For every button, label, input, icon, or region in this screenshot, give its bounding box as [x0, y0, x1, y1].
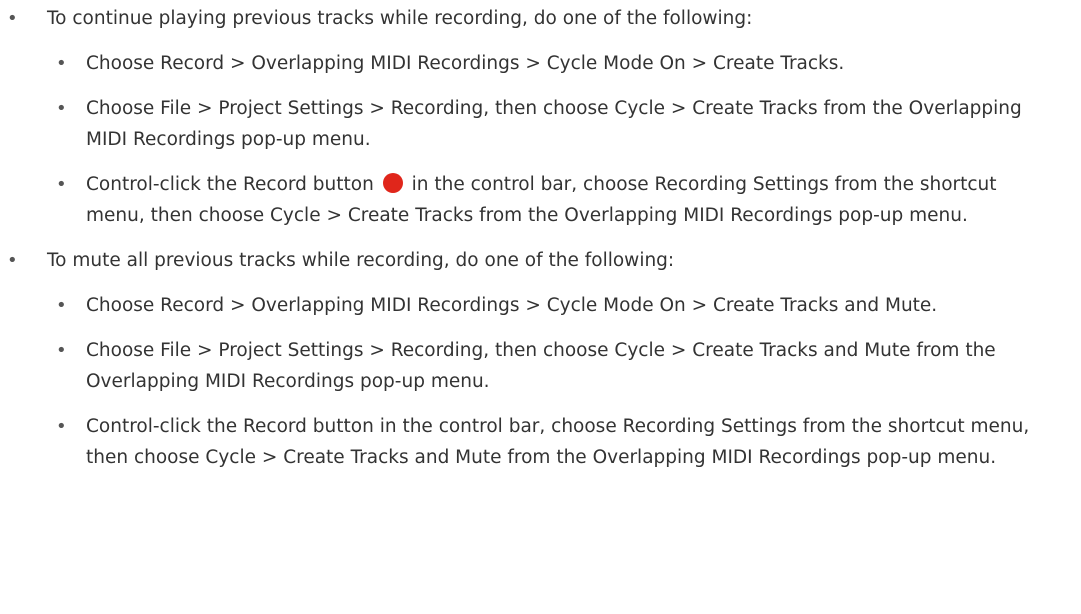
- sub-list-item-text: Choose Record > Overlapping MIDI Recordi…: [86, 295, 938, 316]
- bullet: •: [56, 340, 67, 361]
- list-item-text: To mute all previous tracks while record…: [47, 250, 675, 271]
- instruction-list: • To continue playing previous tracks wh…: [0, 3, 1081, 473]
- list-item-continue-playing: • To continue playing previous tracks wh…: [0, 3, 1081, 231]
- bullet: •: [7, 8, 18, 29]
- document-body: • To continue playing previous tracks wh…: [0, 0, 1081, 473]
- bullet: •: [56, 416, 67, 437]
- sub-list-item: • Control-click the Record button in the…: [47, 169, 1046, 231]
- sub-list-item-text: Choose File > Project Settings > Recordi…: [86, 340, 996, 392]
- sub-list: • Choose Record > Overlapping MIDI Recor…: [47, 290, 1081, 473]
- bullet: •: [7, 250, 18, 271]
- bullet: •: [56, 295, 67, 316]
- record-button-icon: [382, 173, 403, 193]
- sub-list: • Choose Record > Overlapping MIDI Recor…: [47, 48, 1081, 231]
- sub-list-item-text-before-icon: Control-click the Record button: [86, 174, 374, 195]
- sub-list-item: • Choose File > Project Settings > Recor…: [47, 335, 1046, 397]
- sub-list-item-text: Choose File > Project Settings > Recordi…: [86, 98, 1022, 150]
- sub-list-item: • Choose Record > Overlapping MIDI Recor…: [47, 290, 1046, 321]
- list-item-text: To continue playing previous tracks whil…: [47, 8, 753, 29]
- bullet: •: [56, 174, 67, 195]
- sub-list-item: • Choose Record > Overlapping MIDI Recor…: [47, 48, 1046, 79]
- bullet: •: [56, 98, 67, 119]
- sub-list-item: • Choose File > Project Settings > Recor…: [47, 93, 1046, 155]
- list-item-mute-tracks: • To mute all previous tracks while reco…: [0, 245, 1081, 473]
- sub-list-item: • Control-click the Record button in the…: [47, 411, 1046, 473]
- sub-list-item-text: Control-click the Record button in the c…: [86, 416, 1030, 468]
- bullet: •: [56, 53, 67, 74]
- sub-list-item-text: Choose Record > Overlapping MIDI Recordi…: [86, 53, 845, 74]
